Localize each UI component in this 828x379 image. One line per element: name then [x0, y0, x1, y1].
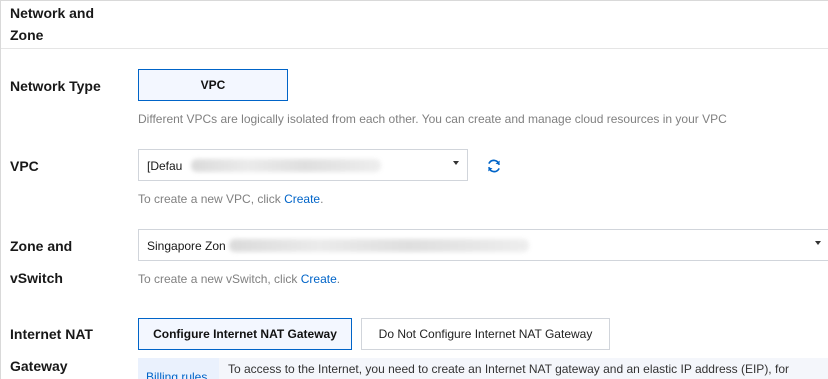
section-divider	[1, 48, 828, 49]
redacted-vswitch-id	[229, 239, 529, 252]
vpc-hint: To create a new VPC, click Create.	[138, 191, 323, 207]
create-vswitch-link[interactable]: Create	[301, 272, 337, 286]
zone-label-line1: Zone and	[10, 238, 73, 254]
chevron-down-icon	[453, 161, 459, 165]
section-title: Network and Zone	[10, 5, 95, 43]
zone-hint-text: To create a new vSwitch, click	[138, 272, 301, 286]
billing-rules-link[interactable]: Billing rules	[146, 369, 207, 379]
chevron-down-icon	[815, 241, 821, 245]
network-zone-panel: Network and Zone Network Type VPC Differ…	[0, 0, 828, 379]
redacted-vpc-id	[191, 159, 381, 172]
network-type-vpc-button[interactable]: VPC	[138, 69, 288, 101]
billing-rules-tab[interactable]: Billing rules	[138, 358, 219, 379]
nat-label-line2: Gateway	[10, 358, 68, 374]
zone-select-value: Singapore Zon	[147, 239, 226, 253]
vpc-label: VPC	[10, 158, 39, 174]
configure-nat-gateway-button[interactable]: Configure Internet NAT Gateway	[138, 318, 352, 350]
do-not-configure-nat-gateway-button[interactable]: Do Not Configure Internet NAT Gateway	[361, 318, 610, 350]
vpc-select-value: [Defau	[147, 159, 183, 173]
nat-info-banner: Billing rules To access to the Internet,…	[138, 358, 828, 379]
vpc-hint-suffix: .	[320, 192, 324, 206]
nat-label-line1: Internet NAT	[10, 326, 93, 342]
create-vpc-link[interactable]: Create	[284, 192, 320, 206]
network-type-label: Network Type	[10, 78, 101, 94]
zone-label-line2: vSwitch	[10, 270, 63, 286]
zone-hint-suffix: .	[336, 272, 341, 286]
refresh-icon[interactable]	[484, 156, 504, 176]
zone-vswitch-select[interactable]: Singapore Zon	[138, 229, 828, 261]
vpc-hint-text: To create a new VPC, click	[138, 192, 285, 206]
zone-hint: To create a new vSwitch, click Create.	[138, 271, 340, 287]
vpc-select[interactable]: [Defau	[138, 149, 468, 181]
nat-info-text: To access to the Internet, you need to c…	[228, 362, 789, 376]
network-type-hint: Different VPCs are logically isolated fr…	[138, 112, 727, 126]
